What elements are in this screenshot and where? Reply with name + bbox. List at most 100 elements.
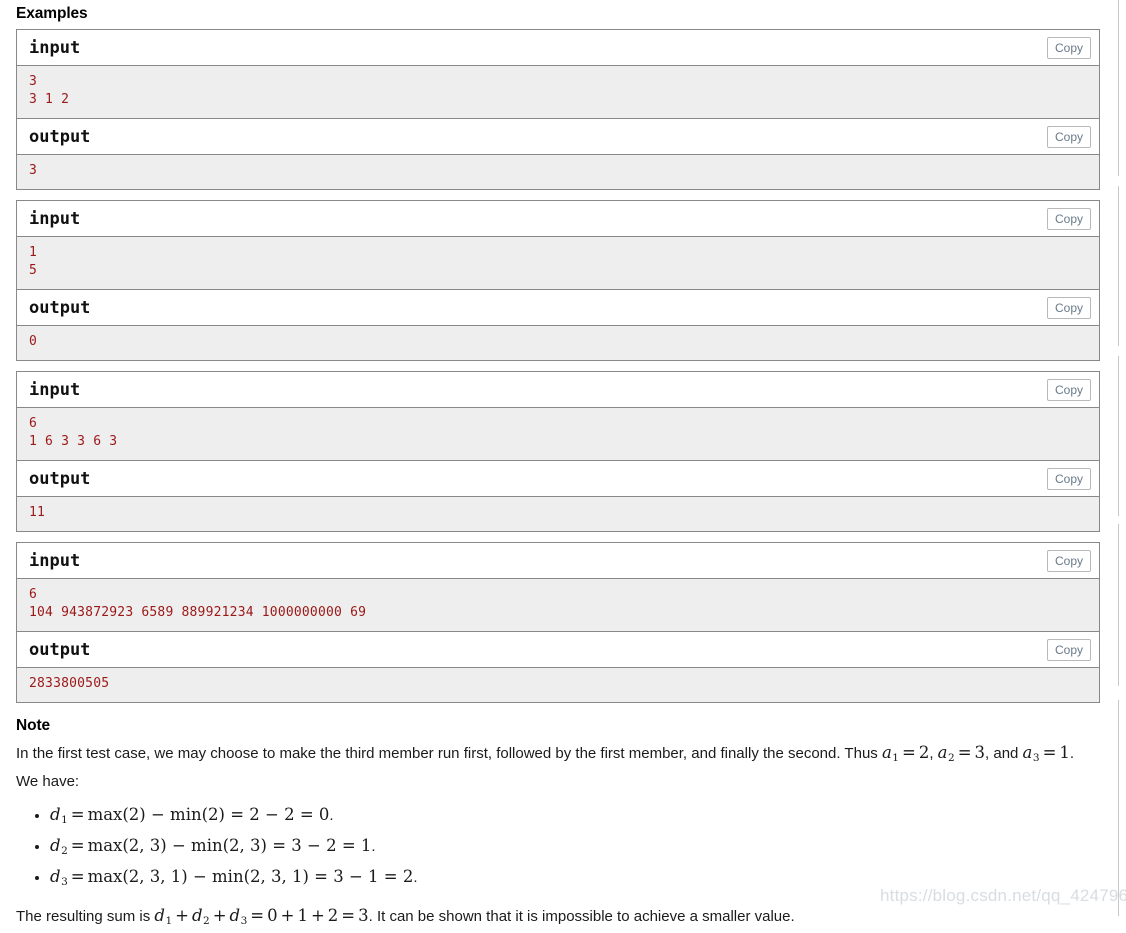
- input-header-1: input Copy: [17, 30, 1099, 66]
- note-bullet-list: d1=max(2) − min(2) = 2 − 2 = 0. d2=max(2…: [16, 802, 1100, 895]
- output-body-4: 2833800505: [17, 668, 1099, 703]
- output-body-2: 0: [17, 326, 1099, 361]
- sample-tests-list: input Copy 3 3 1 2 output Copy 3 input C…: [16, 29, 1100, 703]
- math-sum-d3: d: [229, 905, 241, 925]
- math-d2: d2 = max(2, 3) − min(2, 3) = 3 − 2 = 1: [50, 835, 372, 857]
- math-a1-val: 2: [918, 743, 930, 762]
- input-header-2: input Copy: [17, 201, 1099, 237]
- note-intro-text-3: , and: [985, 745, 1023, 762]
- math-a1: a1 = 2: [881, 743, 930, 764]
- output-label-3: output: [29, 469, 91, 489]
- list-item: d1=max(2) − min(2) = 2 − 2 = 0.: [50, 802, 1100, 833]
- right-edge-rail-5: [1118, 700, 1126, 916]
- right-edge-rail-3: [1118, 356, 1126, 516]
- math-a3-var: a: [1022, 743, 1033, 762]
- copy-input-button-4[interactable]: Copy: [1046, 550, 1091, 572]
- math-sum-d2: d: [191, 905, 203, 925]
- math-a1-eq: =: [901, 743, 916, 762]
- input-label-4: input: [29, 551, 81, 571]
- math-d3: d3 = max(2, 3, 1) − min(2, 3, 1) = 3 − 1 =…: [50, 866, 414, 888]
- problem-statement-page: Examples input Copy 3 3 1 2 output Copy …: [0, 0, 1126, 927]
- math-d1-var: d: [50, 804, 61, 824]
- math-d2-sub: 2: [61, 844, 68, 857]
- copy-output-button-2[interactable]: Copy: [1046, 297, 1091, 319]
- output-header-3: output Copy: [17, 461, 1099, 497]
- math-d2-expr: max(2, 3) − min(2, 3) = 3 − 2 = 1: [87, 835, 372, 855]
- output-header-2: output Copy: [17, 290, 1099, 326]
- input-data-2: 1 5: [29, 245, 38, 278]
- sample-test-1: input Copy 3 3 1 2 output Copy 3: [16, 29, 1100, 190]
- input-data-4: 6 104 943872923 6589 889921234 100000000…: [29, 587, 367, 620]
- input-label-3: input: [29, 380, 81, 400]
- copy-output-button-4[interactable]: Copy: [1046, 639, 1091, 661]
- sample-test-3: input Copy 6 1 6 3 3 6 3 output Copy 11: [16, 371, 1100, 532]
- note-intro-paragraph: In the first test case, we may choose to…: [16, 741, 1100, 795]
- math-sum: d1 + d2 + d3 = 0 +1 +2 = 3: [154, 905, 369, 927]
- math-d2-var: d: [50, 835, 61, 855]
- input-body-4: 6 104 943872923 6589 889921234 100000000…: [17, 579, 1099, 632]
- math-d3-expr: max(2, 3, 1) − min(2, 3, 1) = 3 − 1 = 2: [87, 866, 414, 886]
- math-d1-trailing: .: [329, 806, 334, 824]
- math-d1-sub: 1: [61, 813, 68, 826]
- examples-heading: Examples: [16, 5, 88, 22]
- math-d3-sub: 3: [61, 875, 68, 888]
- sample-test-4: input Copy 6 104 943872923 6589 88992123…: [16, 542, 1100, 703]
- output-body-3: 11: [17, 497, 1099, 532]
- math-d3-var: d: [50, 866, 61, 886]
- math-a3: a3 = 1: [1022, 743, 1070, 764]
- output-data-3: 11: [29, 505, 46, 520]
- input-body-1: 3 3 1 2: [17, 66, 1099, 119]
- input-header-3: input Copy: [17, 372, 1099, 408]
- math-a2-val: 3: [974, 743, 986, 762]
- note-intro-text-1: In the first test case, we may choose to…: [16, 745, 882, 762]
- note-intro-text-2: ,: [929, 745, 938, 762]
- math-a2-eq: =: [957, 743, 972, 762]
- copy-input-button-1[interactable]: Copy: [1046, 37, 1091, 59]
- copy-input-button-3[interactable]: Copy: [1046, 379, 1091, 401]
- copy-output-button-3[interactable]: Copy: [1046, 468, 1091, 490]
- output-data-2: 0: [29, 334, 38, 349]
- math-a2-var: a: [937, 743, 948, 762]
- math-d3-trailing: .: [413, 868, 418, 886]
- list-item: d3=max(2, 3, 1) − min(2, 3, 1) = 3 − 1 =…: [50, 864, 1100, 895]
- input-label-1: input: [29, 38, 81, 58]
- right-edge-rail-4: [1118, 524, 1126, 686]
- list-item: d2=max(2, 3) − min(2, 3) = 3 − 2 = 1.: [50, 833, 1100, 864]
- math-d1: d1 = max(2) − min(2) = 2 − 2 = 0: [50, 804, 330, 826]
- input-header-4: input Copy: [17, 543, 1099, 579]
- problem-content: Examples input Copy 3 3 1 2 output Copy …: [16, 0, 1100, 933]
- input-data-1: 3 3 1 2: [29, 74, 70, 107]
- math-a3-sub: 3: [1032, 751, 1040, 764]
- sample-test-2: input Copy 1 5 output Copy 0: [16, 200, 1100, 361]
- math-a1-var: a: [881, 743, 892, 762]
- math-a3-eq: =: [1042, 743, 1057, 762]
- output-data-4: 2833800505: [29, 676, 110, 691]
- note-heading: Note: [16, 717, 51, 734]
- output-data-1: 3: [29, 163, 38, 178]
- note-conclusion-paragraph: The resulting sum is d1 + d2 + d3 = 0 +1 +2 = 3. I…: [16, 904, 1100, 933]
- math-d1-expr: max(2) − min(2) = 2 − 2 = 0: [87, 804, 330, 824]
- input-body-3: 6 1 6 3 3 6 3: [17, 408, 1099, 461]
- math-d3-eq: =: [70, 866, 85, 886]
- note-conclusion-text-1: The resulting sum is: [16, 907, 155, 925]
- right-edge-rail-1: [1118, 0, 1126, 176]
- output-label-1: output: [29, 127, 91, 147]
- math-a3-val: 1: [1059, 743, 1070, 762]
- output-label-4: output: [29, 640, 91, 660]
- math-d1-eq: =: [70, 804, 85, 824]
- math-sum-d1: d: [154, 905, 165, 925]
- math-d2-trailing: .: [371, 837, 376, 855]
- note-section: Note In the first test case, we may choo…: [16, 703, 1100, 933]
- math-a2-sub: 2: [948, 751, 955, 764]
- output-header-1: output Copy: [17, 119, 1099, 155]
- output-body-1: 3: [17, 155, 1099, 190]
- note-conclusion-text-2: . It can be shown that it is impossible …: [368, 907, 795, 925]
- copy-input-button-2[interactable]: Copy: [1046, 208, 1091, 230]
- output-header-4: output Copy: [17, 632, 1099, 668]
- math-a1-sub: 1: [892, 751, 899, 764]
- copy-output-button-1[interactable]: Copy: [1046, 126, 1091, 148]
- math-d2-eq: =: [70, 835, 85, 855]
- right-edge-rail-2: [1118, 186, 1126, 346]
- math-a2: a2 = 3: [937, 743, 986, 764]
- input-label-2: input: [29, 209, 81, 229]
